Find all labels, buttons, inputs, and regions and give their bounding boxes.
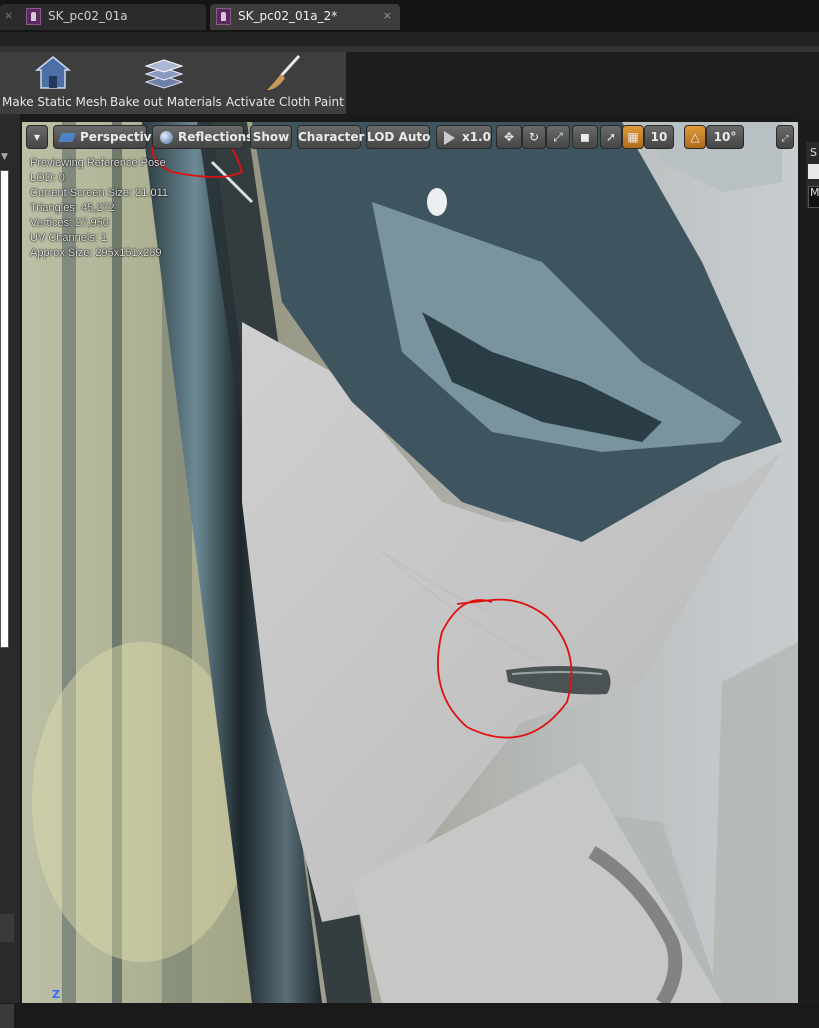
rotation-snap-value[interactable]: 10° [706, 125, 744, 149]
triangles-stat: Triangles: 45,272 [30, 202, 115, 214]
preview-mode-text: Previewing Reference Pose [30, 157, 166, 169]
view-mode-button[interactable]: Reflections [152, 125, 253, 149]
left-panel-divider [0, 1004, 14, 1028]
perspective-button[interactable]: Perspective [53, 125, 160, 149]
left-panel-list[interactable] [0, 170, 9, 648]
coordinate-system-button[interactable]: ◼ [572, 125, 598, 149]
grid-snap-toggle[interactable]: ▦ [622, 125, 644, 149]
maximize-icon: ⤢ [781, 134, 789, 144]
character-button[interactable]: Character [297, 125, 365, 149]
perspective-label: Perspective [80, 130, 160, 144]
lod-button[interactable]: LOD Auto [366, 125, 430, 149]
move-icon: ✥ [503, 130, 515, 144]
tab-sk-pc02-01a-2[interactable]: SK_pc02_01a_2* × [210, 4, 400, 30]
grid-snap-label: 10 [650, 130, 668, 144]
tab-label: SK_pc02_01a [48, 9, 128, 23]
main-toolbar: Make Static Mesh Bake out Materials Acti… [0, 52, 346, 114]
surface-snap-button[interactable]: ➚ [600, 125, 622, 149]
tab-close-icon[interactable]: × [4, 9, 13, 22]
make-static-mesh-label: Make Static Mesh [2, 95, 108, 109]
rotate-mode-button[interactable]: ↻ [522, 125, 546, 149]
right-panel: S M [798, 114, 819, 1003]
activate-cloth-paint-label: Activate Cloth Paint [226, 95, 344, 109]
lod-label: LOD Auto [367, 130, 431, 144]
toolbar-empty-area [346, 52, 819, 114]
translate-mode-button[interactable]: ✥ [496, 125, 522, 149]
tab-close-icon[interactable]: × [383, 9, 392, 22]
play-icon [444, 131, 455, 145]
lod-stat: LOD: 0 [30, 172, 65, 184]
tab-bar: × SK_pc02_01a SK_pc02_01a_2* × [0, 0, 819, 32]
sphere-icon [160, 131, 173, 144]
approx-size-stat: Approx Size: 295x151x289 [30, 247, 162, 259]
show-label: Show [252, 130, 290, 144]
paint-brush-icon [267, 54, 301, 90]
left-panel-divider [0, 914, 14, 942]
chevron-down-icon[interactable]: ▼ [1, 152, 8, 162]
bake-out-materials-label: Bake out Materials [110, 95, 222, 109]
rotate-icon: ↻ [528, 130, 540, 144]
tab-sk-pc02-01a[interactable]: × SK_pc02_01a [0, 4, 206, 30]
bake-out-materials-button[interactable]: Bake out Materials [110, 52, 222, 114]
right-panel-text: S [810, 146, 817, 159]
cube-icon: ◼ [580, 130, 590, 144]
scale-icon: ⤢ [553, 130, 563, 144]
right-panel-search-field[interactable] [808, 164, 819, 179]
playback-speed-button[interactable]: x1.0 [436, 125, 492, 149]
playback-speed-label: x1.0 [462, 130, 491, 144]
rotation-snap-label: 10° [713, 130, 737, 144]
maximize-viewport-button[interactable]: ⤢ [776, 125, 794, 149]
screen-size-stat: Current Screen Size: 21.011 [30, 187, 168, 199]
scale-mode-button[interactable]: ⤢ [546, 125, 570, 149]
view-mode-label: Reflections [178, 130, 254, 144]
viewport-options-button[interactable]: ▾ [26, 125, 48, 149]
chevron-down-icon: ▾ [33, 130, 41, 144]
grid-snap-value[interactable]: 10 [644, 125, 674, 149]
axis-indicator: Z [52, 988, 60, 1001]
rotation-snap-toggle[interactable]: △ [684, 125, 706, 149]
viewport-stats: Previewing Reference Pose LOD: 0 Current… [30, 156, 168, 261]
static-mesh-icon [34, 56, 72, 89]
angle-icon: △ [690, 130, 700, 144]
perspective-icon [58, 133, 76, 142]
activate-cloth-paint-button[interactable]: Activate Cloth Paint [226, 52, 344, 114]
left-panel: ▼ [0, 114, 20, 1028]
grid-icon: ▦ [627, 130, 639, 144]
skeletal-mesh-icon [26, 8, 41, 25]
tab-label: SK_pc02_01a_2* [238, 9, 338, 23]
right-panel-text: M [810, 186, 819, 199]
skeletal-mesh-icon [216, 8, 231, 25]
menu-strip [0, 32, 819, 46]
show-button[interactable]: Show [250, 125, 292, 149]
cursor-icon: ➚ [605, 130, 617, 144]
character-label: Character [298, 130, 365, 144]
make-static-mesh-button[interactable]: Make Static Mesh [2, 52, 108, 114]
vertices-stat: Vertices: 27,950 [30, 217, 109, 229]
uv-channels-stat: UV Channels: 1 [30, 232, 108, 244]
layers-icon [144, 59, 184, 89]
